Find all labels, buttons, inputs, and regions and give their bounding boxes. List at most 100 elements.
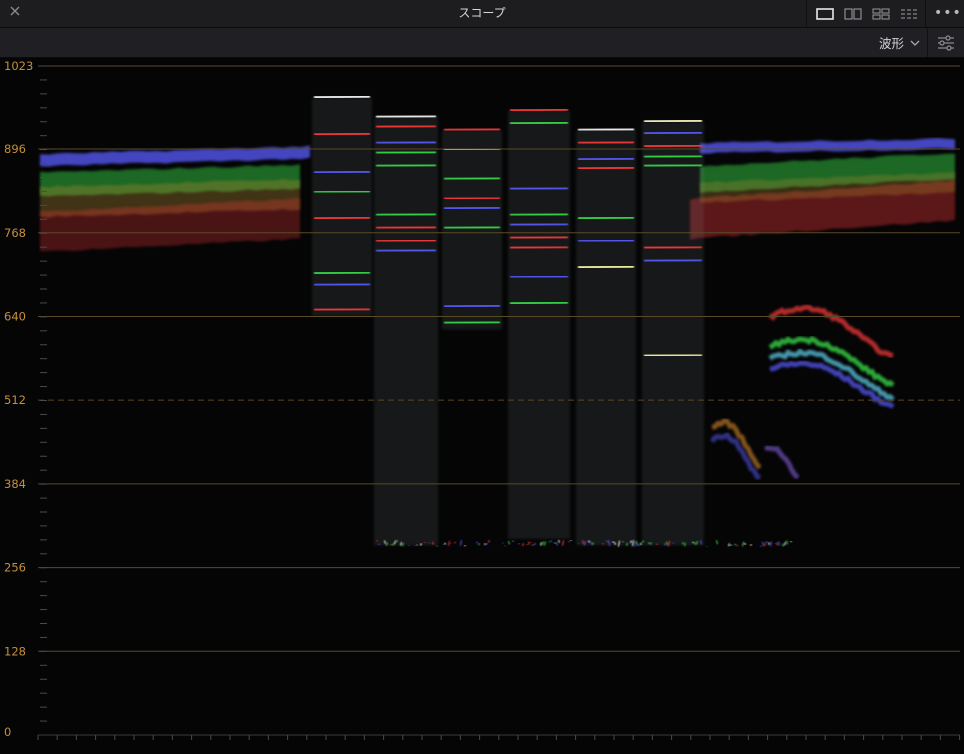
pillar-line bbox=[643, 258, 703, 263]
pillar-line bbox=[375, 212, 437, 217]
y-label-768: 768 bbox=[4, 226, 26, 240]
pillar-line bbox=[313, 282, 371, 287]
pillar-line bbox=[375, 140, 437, 145]
pillar-line bbox=[313, 94, 371, 99]
waveform-plot: 1023 896 768 640 512 384 256 128 0 bbox=[0, 58, 964, 754]
shadow-trace bbox=[549, 539, 553, 543]
pillar-body bbox=[576, 130, 636, 546]
pillar-line bbox=[509, 300, 569, 305]
shadow-trace bbox=[477, 542, 481, 546]
pillar-line bbox=[643, 353, 703, 358]
shadow-trace bbox=[641, 539, 645, 544]
pillar-line bbox=[577, 215, 635, 220]
scope-toolbar: 波形 bbox=[0, 28, 964, 58]
pillar-line bbox=[509, 212, 569, 217]
pillar-line bbox=[313, 215, 371, 220]
shadow-trace bbox=[765, 540, 769, 544]
y-label-1023: 1023 bbox=[4, 59, 33, 73]
shadow-trace bbox=[475, 541, 479, 544]
shadow-trace bbox=[601, 542, 605, 545]
y-label-512: 512 bbox=[4, 393, 26, 407]
shadow-trace bbox=[735, 543, 739, 547]
more-options-button[interactable]: ••• bbox=[934, 2, 961, 24]
pillar-line bbox=[509, 222, 569, 227]
pillar-line bbox=[443, 176, 501, 181]
pillar-line bbox=[375, 150, 437, 155]
pillar-line bbox=[375, 225, 437, 230]
layout-dual-button[interactable] bbox=[841, 5, 865, 23]
shadow-trace bbox=[743, 542, 747, 546]
pillar-line bbox=[313, 189, 371, 194]
pillar-line bbox=[443, 304, 501, 309]
layout-single-icon bbox=[816, 7, 834, 20]
shadow-trace bbox=[503, 544, 507, 548]
shadow-trace bbox=[621, 540, 625, 544]
y-label-128: 128 bbox=[4, 644, 26, 658]
y-label-0: 0 bbox=[4, 725, 11, 739]
y-label-640: 640 bbox=[4, 309, 26, 323]
shadow-trace bbox=[443, 542, 447, 546]
shadow-trace bbox=[485, 542, 489, 546]
pillar-line bbox=[577, 140, 635, 145]
pillar-body bbox=[442, 130, 502, 330]
chevron-down-icon bbox=[910, 40, 920, 46]
pillar-line bbox=[577, 238, 635, 243]
shadow-trace bbox=[377, 543, 381, 546]
shadow-trace bbox=[547, 540, 551, 544]
shadow-trace bbox=[453, 541, 457, 544]
shadow-trace bbox=[533, 542, 537, 546]
pillar-line bbox=[577, 166, 635, 171]
pillar-line bbox=[375, 124, 437, 129]
shadow-trace bbox=[517, 542, 521, 546]
pillar-line bbox=[577, 157, 635, 162]
pillar-line bbox=[375, 248, 437, 253]
shadow-trace bbox=[749, 543, 753, 547]
pillar-line bbox=[375, 238, 437, 243]
scope-settings-button[interactable] bbox=[927, 28, 964, 57]
close-icon bbox=[10, 6, 20, 16]
shadow-trace bbox=[729, 543, 733, 547]
pillar-line bbox=[643, 130, 703, 135]
pillar-line bbox=[577, 127, 635, 132]
layout-quad-icon bbox=[872, 7, 890, 20]
pillar-line bbox=[443, 196, 501, 201]
shadow-trace bbox=[375, 539, 379, 543]
pillar-line bbox=[509, 121, 569, 126]
shadow-trace bbox=[567, 540, 571, 544]
pillar-line bbox=[509, 235, 569, 240]
pillar-line bbox=[313, 132, 371, 137]
shadow-trace bbox=[419, 542, 423, 547]
pillar-body bbox=[642, 121, 704, 546]
shadow-trace bbox=[649, 541, 653, 546]
pillar-line bbox=[643, 154, 703, 159]
layout-grid-icon bbox=[901, 8, 917, 19]
sliders-icon bbox=[938, 34, 954, 51]
layout-grid-button[interactable] bbox=[897, 5, 921, 23]
pillar-line bbox=[313, 170, 371, 175]
pillar-line bbox=[509, 186, 569, 191]
scopes-panel: スコープ ••• 波形 1023 896 768 640 512 384 256… bbox=[0, 0, 964, 754]
shadow-trace bbox=[733, 543, 737, 546]
close-button[interactable] bbox=[6, 4, 24, 22]
layout-quad-button[interactable] bbox=[869, 5, 893, 23]
shadow-trace bbox=[681, 541, 685, 545]
scope-mode-dropdown[interactable]: 波形 bbox=[879, 32, 920, 53]
shadow-trace bbox=[525, 543, 529, 546]
pillar-line bbox=[577, 264, 635, 269]
waveform-display[interactable]: 1023 896 768 640 512 384 256 128 0 bbox=[0, 58, 964, 754]
layout-buttons bbox=[806, 0, 926, 27]
shadow-trace bbox=[511, 539, 515, 543]
pillar-body bbox=[374, 117, 438, 546]
shadow-trace bbox=[759, 544, 763, 548]
shadow-trace bbox=[395, 539, 399, 543]
pillar-line bbox=[313, 270, 371, 275]
pillar-line bbox=[509, 107, 569, 112]
shadow-trace bbox=[487, 539, 491, 543]
pillar-line bbox=[443, 320, 501, 325]
pillar-line bbox=[375, 114, 437, 119]
layout-single-button[interactable] bbox=[813, 5, 837, 23]
pillar-body bbox=[508, 110, 570, 539]
pillar-line bbox=[443, 206, 501, 211]
pillar-line bbox=[643, 245, 703, 250]
shadow-trace bbox=[463, 544, 467, 547]
